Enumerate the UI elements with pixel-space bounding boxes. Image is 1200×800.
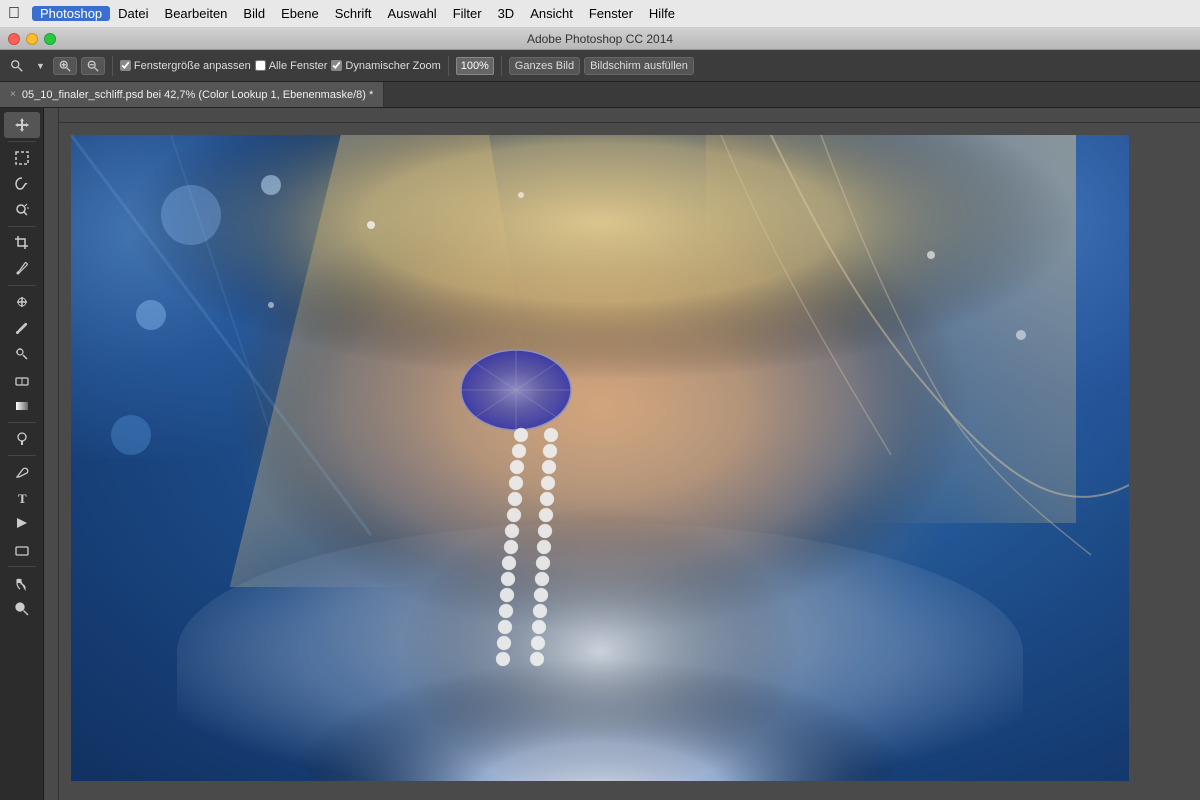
apple-logo-icon:  [8, 5, 20, 23]
left-toolbar: T [0, 108, 44, 800]
menu-filter[interactable]: Filter [445, 6, 490, 21]
zoom-tool-icon[interactable] [6, 57, 28, 75]
lasso-tool[interactable] [4, 171, 40, 197]
menu-fenster[interactable]: Fenster [581, 6, 641, 21]
wispy-element-2 [177, 523, 1023, 781]
shape-tool[interactable] [4, 537, 40, 563]
crop-tool[interactable] [4, 230, 40, 256]
photo-display [71, 135, 1129, 781]
options-toolbar: ▼ Fenstergröße anpassen Alle Fenster Dyn… [0, 50, 1200, 82]
ruler-left [44, 108, 59, 800]
move-tool[interactable] [4, 112, 40, 138]
canvas-actual [59, 123, 1200, 800]
menu-auswahl[interactable]: Auswahl [380, 6, 445, 21]
tool-separator-4 [8, 422, 36, 423]
clone-stamp-tool[interactable] [4, 341, 40, 367]
menu-hilfe[interactable]: Hilfe [641, 6, 683, 21]
hand-tool[interactable] [4, 570, 40, 596]
dodge-tool[interactable] [4, 426, 40, 452]
gradient-tool[interactable] [4, 393, 40, 419]
marquee-tool[interactable] [4, 145, 40, 171]
eraser-tool[interactable] [4, 367, 40, 393]
menu-bearbeiten[interactable]: Bearbeiten [157, 6, 236, 21]
menu-3d[interactable]: 3D [490, 6, 523, 21]
all-windows-checkbox-group[interactable]: Alle Fenster [255, 60, 328, 72]
quick-select-tool[interactable] [4, 197, 40, 223]
image-canvas[interactable] [71, 135, 1129, 781]
pen-tool[interactable] [4, 459, 40, 485]
window-title: Adobe Photoshop CC 2014 [527, 32, 673, 46]
svg-text:T: T [18, 491, 27, 506]
all-windows-label: Alle Fenster [269, 60, 328, 72]
tool-separator-6 [8, 566, 36, 567]
menu-photoshop[interactable]: Photoshop [32, 6, 110, 21]
document-tab-bar: × 05_10_finaler_schliff.psd bei 42,7% (C… [0, 82, 1200, 108]
all-windows-checkbox[interactable] [255, 60, 266, 71]
document-tab-title: 05_10_finaler_schliff.psd bei 42,7% (Col… [22, 89, 373, 101]
maximize-button[interactable] [44, 33, 56, 45]
document-tab[interactable]: × 05_10_finaler_schliff.psd bei 42,7% (C… [0, 82, 384, 107]
dynamic-zoom-checkbox[interactable] [331, 60, 342, 71]
fit-image-button[interactable]: Ganzes Bild [509, 57, 580, 75]
zoom-dropdown-icon[interactable]: ▼ [32, 59, 49, 73]
close-button[interactable] [8, 33, 20, 45]
ruler-top [44, 108, 1200, 123]
traffic-lights [8, 33, 56, 45]
menu-bar:  Photoshop Datei Bearbeiten Bild Ebene … [0, 0, 1200, 28]
menu-ebene[interactable]: Ebene [273, 6, 327, 21]
toolbar-divider-2 [448, 56, 449, 76]
fit-window-checkbox-group[interactable]: Fenstergröße anpassen [120, 60, 251, 72]
menu-ansicht[interactable]: Ansicht [522, 6, 581, 21]
tool-separator-2 [8, 226, 36, 227]
eyedropper-tool[interactable] [4, 256, 40, 282]
zoom-value-input[interactable] [456, 57, 494, 75]
zoom-tool-left[interactable] [4, 596, 40, 622]
dynamic-zoom-checkbox-group[interactable]: Dynamischer Zoom [331, 60, 440, 72]
menu-bild[interactable]: Bild [235, 6, 273, 21]
menu-schrift[interactable]: Schrift [327, 6, 380, 21]
fit-window-checkbox[interactable] [120, 60, 131, 71]
zoom-in-button[interactable] [53, 57, 77, 75]
text-tool[interactable]: T [4, 485, 40, 511]
path-select-tool[interactable] [4, 511, 40, 537]
canvas-area [44, 108, 1200, 800]
toolbar-divider-3 [501, 56, 502, 76]
fit-window-label: Fenstergröße anpassen [134, 60, 251, 72]
title-bar: Adobe Photoshop CC 2014 [0, 28, 1200, 50]
fill-screen-button[interactable]: Bildschirm ausfüllen [584, 57, 694, 75]
tool-separator-1 [8, 141, 36, 142]
zoom-out-button[interactable] [81, 57, 105, 75]
toolbar-divider-1 [112, 56, 113, 76]
dynamic-zoom-label: Dynamischer Zoom [345, 60, 440, 72]
menu-datei[interactable]: Datei [110, 6, 156, 21]
tool-separator-5 [8, 455, 36, 456]
healing-tool[interactable] [4, 289, 40, 315]
minimize-button[interactable] [26, 33, 38, 45]
brush-tool[interactable] [4, 315, 40, 341]
close-tab-icon[interactable]: × [10, 89, 16, 100]
workspace: T [0, 108, 1200, 800]
tool-separator-3 [8, 285, 36, 286]
